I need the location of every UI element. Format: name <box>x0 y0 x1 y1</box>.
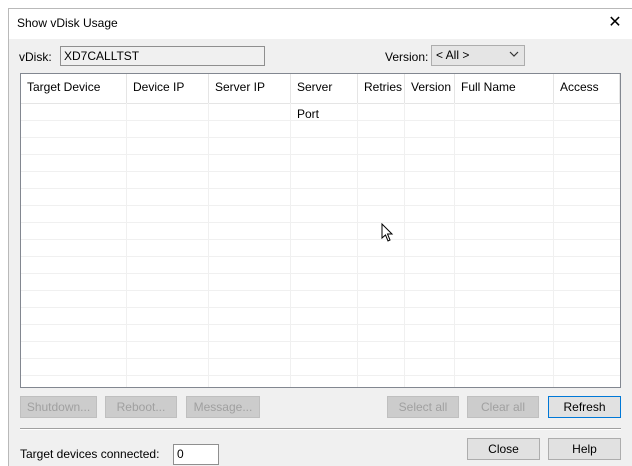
grid-row-line <box>21 137 620 138</box>
vdisk-field[interactable]: XD7CALLTST <box>60 46 265 66</box>
grid-row-line <box>21 154 620 155</box>
chevron-down-icon <box>509 51 519 57</box>
refresh-button[interactable]: Refresh <box>548 396 621 418</box>
column-retries[interactable]: Retries <box>358 74 405 103</box>
close-button[interactable]: Close <box>467 438 540 460</box>
table-header: Target Device Device IP Server IP Server… <box>21 74 620 121</box>
column-full-name[interactable]: Full Name <box>455 74 554 103</box>
grid-row-line <box>21 205 620 206</box>
grid-row-line <box>21 256 620 257</box>
grid-row-line <box>21 171 620 172</box>
grid-column-line <box>404 103 405 387</box>
version-select[interactable]: < All > <box>431 45 525 66</box>
select-all-button[interactable]: Select all <box>387 396 459 418</box>
grid-row-line <box>21 341 620 342</box>
grid-row-line <box>21 290 620 291</box>
window-title: Show vDisk Usage <box>17 16 118 30</box>
shutdown-button[interactable]: Shutdown... <box>20 396 97 418</box>
column-server-port[interactable]: Server Port <box>291 74 358 121</box>
grid-column-line <box>208 103 209 387</box>
separator <box>20 428 621 430</box>
close-icon[interactable]: ✕ <box>604 12 626 34</box>
grid-column-line <box>290 103 291 387</box>
grid-column-line <box>357 103 358 387</box>
connected-label: Target devices connected: <box>20 447 160 461</box>
message-button[interactable]: Message... <box>186 396 260 418</box>
grid-row-line <box>21 273 620 274</box>
version-select-value: < All > <box>436 48 470 62</box>
column-version[interactable]: Version <box>405 74 455 103</box>
reboot-button[interactable]: Reboot... <box>105 396 177 418</box>
grid-row-line <box>21 239 620 240</box>
grid-column-line <box>553 103 554 387</box>
connected-count: 0 <box>173 444 219 465</box>
grid-row-line <box>21 222 620 223</box>
vdisk-label: vDisk: <box>19 50 52 64</box>
column-device-ip[interactable]: Device IP <box>127 74 209 103</box>
show-vdisk-usage-dialog: Show vDisk Usage ✕ vDisk: XD7CALLTST Ver… <box>8 8 632 466</box>
grid-row-line <box>21 188 620 189</box>
version-label: Version: <box>385 50 429 64</box>
column-access[interactable]: Access <box>554 74 620 103</box>
column-server-ip[interactable]: Server IP <box>209 74 291 103</box>
mouse-pointer-icon <box>381 223 394 242</box>
column-target-device[interactable]: Target Device <box>21 74 127 103</box>
title-bar: Show vDisk Usage ✕ <box>9 9 632 39</box>
grid-column-line <box>454 103 455 387</box>
grid-row-line <box>21 375 620 376</box>
grid-row-line <box>21 358 620 359</box>
grid-row-line <box>21 324 620 325</box>
grid-row-line <box>21 120 620 121</box>
help-button[interactable]: Help <box>548 438 621 460</box>
grid-column-line <box>126 103 127 387</box>
clear-all-button[interactable]: Clear all <box>467 396 539 418</box>
usage-table[interactable]: Target Device Device IP Server IP Server… <box>20 73 621 388</box>
grid-row-line <box>21 307 620 308</box>
